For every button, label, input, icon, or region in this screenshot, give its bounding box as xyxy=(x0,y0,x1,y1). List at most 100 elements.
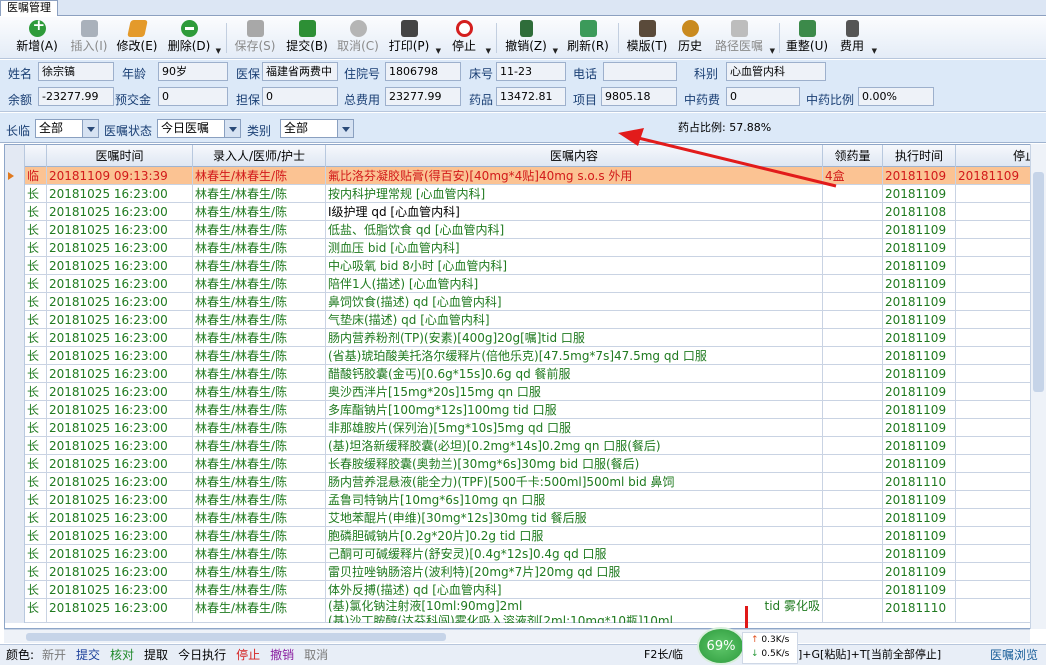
table-row[interactable]: 长 20181025 16:23:00 林春生/林春生/陈 鼻饲饮食(描述) qd [… xyxy=(5,293,1045,311)
row-indicator[interactable] xyxy=(5,203,25,221)
row-indicator[interactable] xyxy=(5,491,25,509)
table-row[interactable]: 长 20181025 16:23:00 林春生/林春生/陈 肠内营养混悬液(能全力)(… xyxy=(5,473,1045,491)
row-indicator[interactable] xyxy=(5,239,25,257)
chevron-down-icon[interactable]: ▼ xyxy=(553,44,558,58)
row-indicator[interactable] xyxy=(5,275,25,293)
row-indicator[interactable] xyxy=(5,185,25,203)
path-order-button[interactable]: 路径医嘱 ▼ xyxy=(712,20,775,56)
order-type: 长 xyxy=(25,473,47,491)
chevron-down-icon[interactable]: ▼ xyxy=(770,44,775,58)
row-indicator[interactable] xyxy=(5,167,25,185)
table-row[interactable]: 长 20181025 16:23:00 林春生/林春生/陈 奥沙西泮片[15mg*20… xyxy=(5,383,1045,401)
table-row[interactable]: 临 20181109 09:13:39 林春生/林春生/陈 氟比洛芬凝胶贴膏(得百安)… xyxy=(5,167,1045,185)
vertical-scrollbar[interactable] xyxy=(1030,144,1046,629)
row-indicator[interactable] xyxy=(5,581,25,599)
table-row[interactable]: 长 20181025 16:23:00 林春生/林春生/陈 中心吸氧 bid 8小时 … xyxy=(5,257,1045,275)
table-row[interactable]: 长 20181025 16:23:00 林春生/林春生/陈 (基)氯化钠注射液[10m… xyxy=(5,599,1045,623)
longterm-select[interactable]: 全部 xyxy=(35,119,99,138)
row-indicator[interactable] xyxy=(5,473,25,491)
row-indicator[interactable] xyxy=(5,545,25,563)
row-indicator[interactable] xyxy=(5,599,25,623)
table-row[interactable]: 长 20181025 16:23:00 林春生/林春生/陈 长春胺缓释胶囊(奥勃兰)[… xyxy=(5,455,1045,473)
row-indicator[interactable] xyxy=(5,401,25,419)
row-indicator[interactable] xyxy=(5,257,25,275)
row-indicator[interactable] xyxy=(5,383,25,401)
history-button[interactable]: 历史 xyxy=(674,20,706,56)
row-indicator[interactable] xyxy=(5,437,25,455)
tab-order-management[interactable]: 医嘱管理 xyxy=(0,0,58,16)
order-type: 长 xyxy=(25,419,47,437)
fee-button[interactable]: 费用 ▼ xyxy=(836,20,877,56)
row-indicator[interactable] xyxy=(5,563,25,581)
table-row[interactable]: 长 20181025 16:23:00 林春生/林春生/陈 雷贝拉唑钠肠溶片(波利特)… xyxy=(5,563,1045,581)
order-status-select[interactable]: 今日医嘱 xyxy=(157,119,241,138)
header-content[interactable]: 医嘱内容 xyxy=(326,145,823,167)
vertical-scroll-thumb[interactable] xyxy=(1033,172,1044,392)
insert-button[interactable]: 插入(I) xyxy=(66,20,112,56)
plus-icon xyxy=(28,18,46,37)
horizontal-scrollbar[interactable] xyxy=(4,629,1030,643)
table-row[interactable]: 长 20181025 16:23:00 林春生/林春生/陈 陪伴1人(描述) [心血管… xyxy=(5,275,1045,293)
print-button[interactable]: 打印(P) ▼ xyxy=(386,20,441,56)
table-row[interactable]: 长 20181025 16:23:00 林春生/林春生/陈 胞磷胆碱钠片[0.2g*2… xyxy=(5,527,1045,545)
drug-fee-label: 药品 xyxy=(469,93,494,107)
table-row[interactable]: 长 20181025 16:23:00 林春生/林春生/陈 多库酯钠片[100mg*1… xyxy=(5,401,1045,419)
edit-button[interactable]: 修改(E) xyxy=(114,20,160,56)
stop-button[interactable]: 停止 ▼ xyxy=(446,20,491,56)
order-content: (省基)琥珀酸美托洛尔缓释片(倍他乐克)[47.5mg*7s]47.5mg qd… xyxy=(326,347,823,365)
horizontal-scroll-thumb[interactable] xyxy=(26,633,446,641)
chevron-down-icon[interactable] xyxy=(224,120,240,137)
row-indicator[interactable] xyxy=(5,365,25,383)
table-row[interactable]: 长 20181025 16:23:00 林春生/林春生/陈 肠内营养粉剂(TP)(安素… xyxy=(5,329,1045,347)
category-select[interactable]: 全部 xyxy=(280,119,354,138)
exec-time: 20181109 xyxy=(883,545,956,563)
row-indicator[interactable] xyxy=(5,293,25,311)
chevron-down-icon[interactable]: ▼ xyxy=(486,44,491,58)
row-indicator[interactable] xyxy=(5,311,25,329)
table-row[interactable]: 长 20181025 16:23:00 林春生/林春生/陈 气垫床(描述) qd [心… xyxy=(5,311,1045,329)
network-speed-widget[interactable]: 69% xyxy=(697,627,745,665)
header-exec-time[interactable]: 执行时间 xyxy=(883,145,956,167)
trash-icon xyxy=(519,20,533,37)
header-recorder[interactable]: 录入人/医师/护士 xyxy=(193,145,326,167)
chevron-down-icon[interactable]: ▼ xyxy=(436,44,441,58)
revoke-button[interactable]: 撤销(Z) ▼ xyxy=(503,20,558,56)
add-button[interactable]: 新增(A) xyxy=(14,18,60,56)
row-indicator[interactable] xyxy=(5,221,25,239)
dispense-qty xyxy=(823,563,883,581)
row-indicator[interactable] xyxy=(5,419,25,437)
table-row[interactable]: 长 20181025 16:23:00 林春生/林春生/陈 (省基)琥珀酸美托洛尔缓释… xyxy=(5,347,1045,365)
header-dispense-qty[interactable]: 领药量 xyxy=(823,145,883,167)
refresh-button[interactable]: 刷新(R) xyxy=(565,20,611,56)
table-row[interactable]: 长 20181025 16:23:00 林春生/林春生/陈 测血压 bid [心血管内… xyxy=(5,239,1045,257)
chevron-down-icon[interactable] xyxy=(82,120,98,137)
table-row[interactable]: 长 20181025 16:23:00 林春生/林春生/陈 孟鲁司特钠片[10mg*6… xyxy=(5,491,1045,509)
table-row[interactable]: 长 20181025 16:23:00 林春生/林春生/陈 (基)坦洛新缓释胶囊(必坦… xyxy=(5,437,1045,455)
header-order-time[interactable]: 医嘱时间 xyxy=(47,145,193,167)
row-indicator[interactable] xyxy=(5,329,25,347)
dispense-qty xyxy=(823,437,883,455)
table-row[interactable]: 长 20181025 16:23:00 林春生/林春生/陈 己酮可可碱缓释片(舒安灵)… xyxy=(5,545,1045,563)
rearrange-button[interactable]: 重整(U) xyxy=(784,20,830,56)
order-content: 艾地苯醌片(申维)[30mg*12s]30mg tid 餐后服 xyxy=(326,509,823,527)
table-row[interactable]: 长 20181025 16:23:00 林春生/林春生/陈 醋酸钙胶囊(金丐)[0.6… xyxy=(5,365,1045,383)
delete-button[interactable]: 删除(D) ▼ xyxy=(166,20,221,56)
table-row[interactable]: 长 20181025 16:23:00 林春生/林春生/陈 低盐、低脂饮食 qd [心… xyxy=(5,221,1045,239)
row-indicator[interactable] xyxy=(5,455,25,473)
chevron-down-icon[interactable] xyxy=(337,120,353,137)
row-indicator[interactable] xyxy=(5,527,25,545)
table-row[interactable]: 长 20181025 16:23:00 林春生/林春生/陈 体外反搏(描述) qd [… xyxy=(5,581,1045,599)
chevron-down-icon[interactable]: ▼ xyxy=(216,44,221,58)
table-row[interactable]: 长 20181025 16:23:00 林春生/林春生/陈 非那雄胺片(保列治)[5m… xyxy=(5,419,1045,437)
template-button[interactable]: 模版(T) xyxy=(624,20,670,56)
submit-button[interactable]: 提交(B) xyxy=(284,20,330,56)
exec-time: 20181109 xyxy=(883,437,956,455)
table-row[interactable]: 长 20181025 16:23:00 林春生/林春生/陈 Ⅰ级护理 qd [心血管内… xyxy=(5,203,1045,221)
chevron-down-icon[interactable]: ▼ xyxy=(872,44,877,58)
save-button[interactable]: 保存(S) xyxy=(232,20,278,56)
row-indicator[interactable] xyxy=(5,509,25,527)
cancel-button[interactable]: 取消(C) xyxy=(335,20,381,56)
table-row[interactable]: 长 20181025 16:23:00 林春生/林春生/陈 艾地苯醌片(申维)[30m… xyxy=(5,509,1045,527)
table-row[interactable]: 长 20181025 16:23:00 林春生/林春生/陈 按内科护理常规 [心血管内… xyxy=(5,185,1045,203)
row-indicator[interactable] xyxy=(5,347,25,365)
